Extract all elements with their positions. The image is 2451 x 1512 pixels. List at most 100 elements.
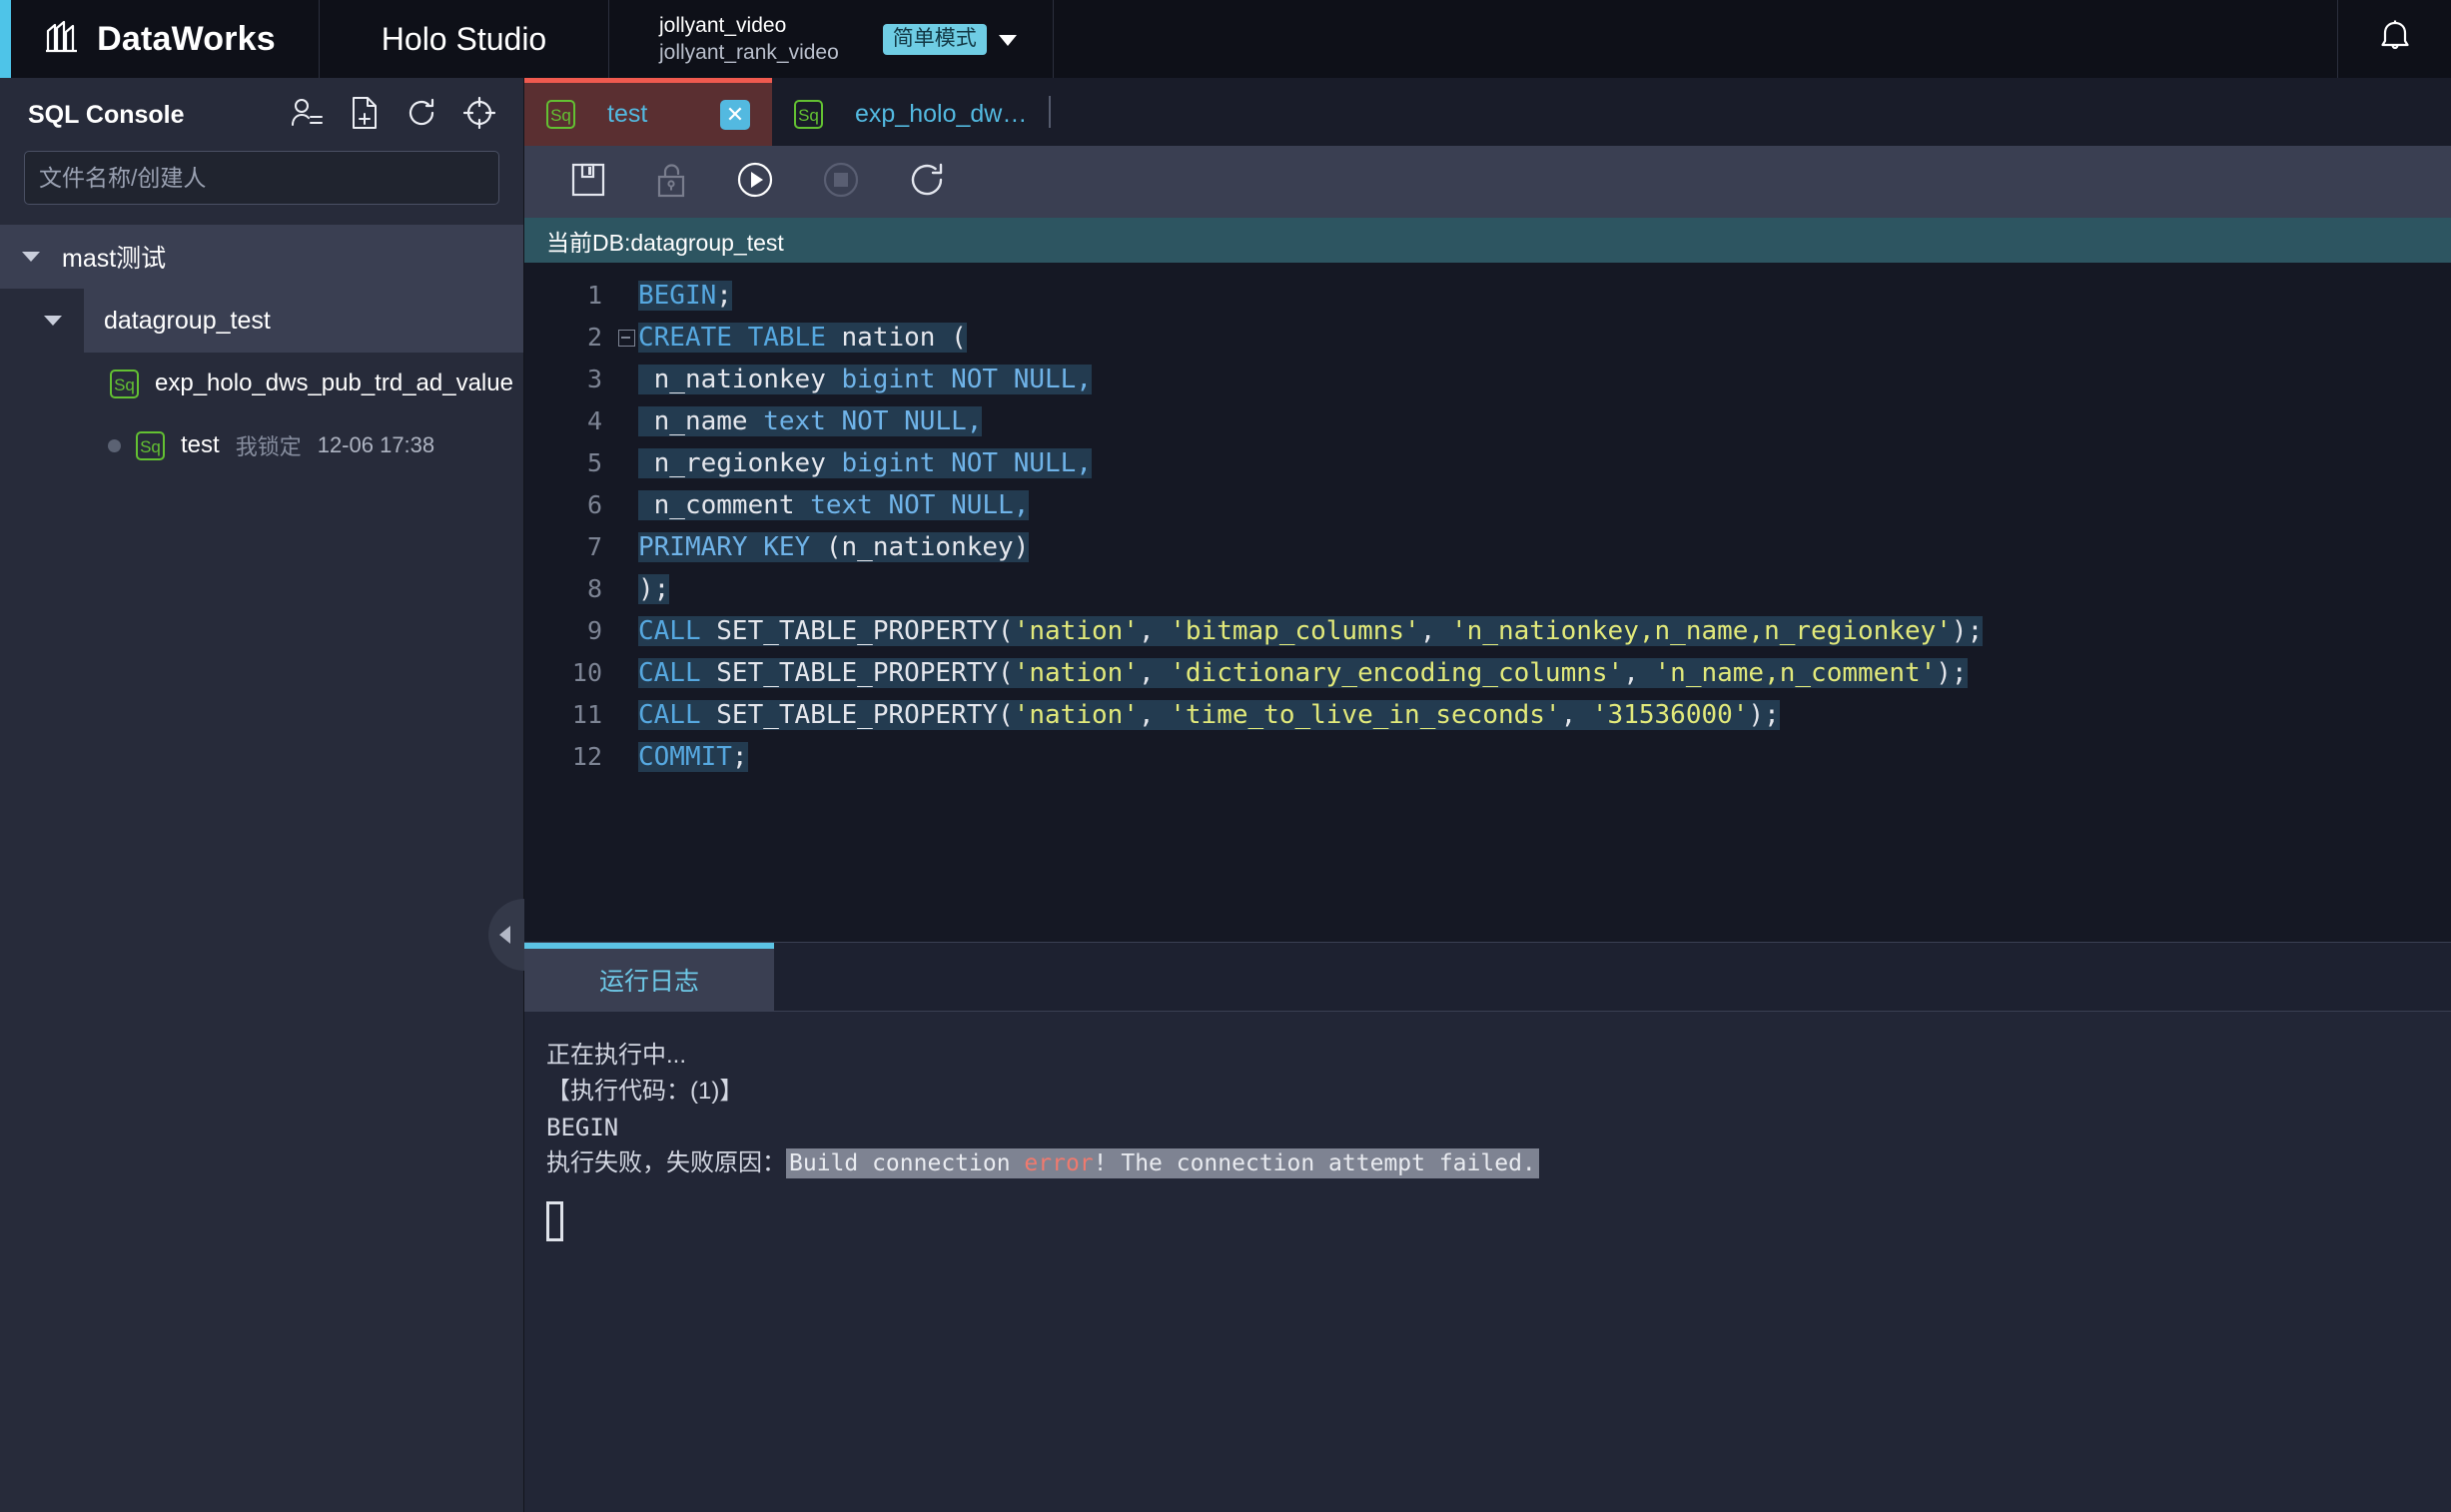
tree-node-datagroup[interactable]: datagroup_test: [0, 289, 523, 353]
project-names: jollyant_video jollyant_rank_video: [659, 14, 839, 65]
sidebar-title: SQL Console: [28, 101, 185, 129]
line-number: 9: [586, 616, 602, 645]
log-error-post: ! The connection attempt failed.: [1093, 1150, 1536, 1176]
tree-root-label: mast测试: [62, 245, 167, 273]
line-number: 2: [586, 323, 602, 352]
editor-tabbar: Sq test ✕ Sq exp_holo_dw…: [524, 78, 2451, 146]
brand-home-link[interactable]: DataWorks: [0, 0, 320, 78]
search-input[interactable]: [24, 151, 499, 205]
line-number: 7: [586, 532, 602, 561]
log-error-pre: Build connection: [789, 1150, 1025, 1176]
sql-file-badge-icon: Sq: [136, 430, 165, 460]
log-tab-label: 运行日志: [598, 968, 699, 996]
notification-bell-icon: [2378, 19, 2412, 60]
current-db-bar: 当前DB:datagroup_test: [524, 218, 2451, 263]
code-line: );: [638, 574, 670, 604]
tree-node-root[interactable]: mast测试: [0, 225, 523, 289]
stop-button[interactable]: [822, 161, 860, 204]
code-line: n_nationkey bigint NOT NULL,: [638, 359, 2451, 400]
sql-file-badge-icon: Sq: [794, 100, 823, 129]
project-selector[interactable]: jollyant_video jollyant_rank_video 简单模式: [609, 0, 1054, 78]
tree-file-item[interactable]: Sq exp_holo_dws_pub_trd_ad_value: [0, 353, 523, 414]
app-root: DataWorks Holo Studio jollyant_video jol…: [0, 0, 2451, 1512]
log-tabbar-empty-area: [774, 943, 2451, 1011]
sidebar-action-icons: [290, 96, 496, 135]
mode-switcher[interactable]: 简单模式: [882, 23, 1017, 55]
project-name: jollyant_video: [659, 13, 787, 37]
sql-file-badge-icon: Sq: [546, 100, 575, 129]
log-tabbar: 运行日志: [524, 943, 2451, 1012]
tree-group-label: datagroup_test: [104, 306, 271, 335]
code-line: CALL SET_TABLE_PROPERTY('nation', 'dicti…: [638, 658, 1968, 688]
log-error-line: 执行失败，失败原因： Build connection error! The co…: [546, 1145, 2451, 1181]
log-error-message: Build connection error! The connection a…: [786, 1148, 1539, 1178]
editor-fold-column: [614, 263, 638, 942]
editor-main: Sq test ✕ Sq exp_holo_dw… 当前DB:datagroup…: [524, 78, 2451, 1512]
refresh-button[interactable]: [908, 161, 946, 204]
code-line: n_regionkey bigint NOT NULL,: [638, 442, 2451, 484]
sidebar-collapse-button[interactable]: [488, 899, 524, 971]
product-name-cell[interactable]: Holo Studio: [320, 0, 609, 78]
tab-run-log[interactable]: 运行日志: [524, 943, 774, 1011]
sql-editor[interactable]: 1 2 3 4 5 6 7 8 9 10 11 12 BEGIN; CREATE…: [524, 263, 2451, 942]
tofu-box-icon: [546, 1201, 563, 1241]
tree-node-datagroup-inner: datagroup_test: [84, 289, 523, 353]
line-number: 8: [586, 574, 602, 603]
locate-icon[interactable]: [462, 96, 496, 134]
line-number: 12: [571, 742, 602, 771]
header-spacer: [1054, 0, 2337, 78]
editor-code-area[interactable]: BEGIN; CREATE TABLE nation ( n_nationkey…: [638, 263, 2451, 942]
header-accent-stripe: [0, 0, 11, 78]
tree-file-lock-label: 我锁定: [235, 434, 302, 459]
sql-file-badge-icon: Sq: [110, 369, 139, 398]
code-line: PRIMARY KEY (n_nationkey): [638, 532, 1030, 562]
line-number: 5: [586, 448, 602, 477]
editor-tab-label: test: [607, 100, 648, 128]
line-number: 11: [571, 700, 602, 729]
log-fail-prefix: 执行失败，失败原因：: [546, 1149, 786, 1176]
editor-tab-test[interactable]: Sq test ✕: [524, 78, 772, 146]
chevron-down-icon: [998, 34, 1017, 46]
run-button[interactable]: [736, 161, 774, 204]
new-file-icon[interactable]: [350, 96, 380, 135]
log-output[interactable]: 正在执行中... 【执行代码：(1)】 BEGIN 执行失败，失败原因： Buil…: [524, 1012, 2451, 1512]
mode-badge: 简单模式: [882, 23, 987, 55]
sql-console-sidebar: SQL Console 文件名称/创建人 mast测试 datagroup_te…: [0, 78, 524, 1512]
brand-name: DataWorks: [97, 19, 276, 58]
editor-tab-exp-holo[interactable]: Sq exp_holo_dw…: [772, 78, 1050, 146]
fold-slot: [614, 275, 638, 317]
chevron-left-icon: [498, 926, 510, 944]
close-icon[interactable]: ✕: [720, 99, 750, 130]
log-cursor-line: [546, 1181, 2451, 1252]
log-line: 正在执行中...: [546, 1042, 687, 1069]
log-line: BEGIN: [546, 1114, 619, 1141]
unsaved-dot-icon: [108, 438, 121, 452]
unlock-button[interactable]: [654, 161, 688, 204]
notifications-button[interactable]: [2337, 0, 2451, 78]
chevron-down-icon[interactable]: [22, 252, 40, 262]
code-line: COMMIT;: [638, 742, 748, 772]
file-tree: mast测试 datagroup_test Sq exp_holo_dws_pu…: [0, 225, 523, 476]
line-number: 4: [586, 406, 602, 435]
fold-collapse-icon[interactable]: [617, 329, 635, 347]
line-number: 3: [586, 365, 602, 393]
tree-file-item[interactable]: Sq test 我锁定 12-06 17:38: [0, 414, 523, 476]
tree-file-time: 12-06 17:38: [317, 432, 435, 457]
fold-slot: [614, 317, 638, 359]
log-line: 【执行代码：(1)】: [546, 1078, 744, 1105]
body-row: SQL Console 文件名称/创建人 mast测试 datagroup_te…: [0, 78, 2451, 1512]
top-header-bar: DataWorks Holo Studio jollyant_video jol…: [0, 0, 2451, 78]
code-line: BEGIN;: [638, 281, 732, 311]
editor-gutter: 1 2 3 4 5 6 7 8 9 10 11 12: [524, 263, 614, 942]
sidebar-search-wrap: [0, 141, 523, 225]
code-line: CREATE TABLE nation (: [638, 323, 967, 353]
sidebar-header: SQL Console: [0, 78, 523, 141]
user-list-icon[interactable]: [290, 97, 324, 134]
chevron-down-icon[interactable]: [44, 316, 62, 326]
product-name: Holo Studio: [381, 20, 547, 57]
save-button[interactable]: [570, 162, 606, 203]
editor-toolbar: [524, 146, 2451, 218]
code-line: CALL SET_TABLE_PROPERTY('nation', 'bitma…: [638, 616, 1984, 646]
dataworks-logo-icon: [43, 20, 81, 59]
refresh-icon[interactable]: [406, 97, 437, 134]
